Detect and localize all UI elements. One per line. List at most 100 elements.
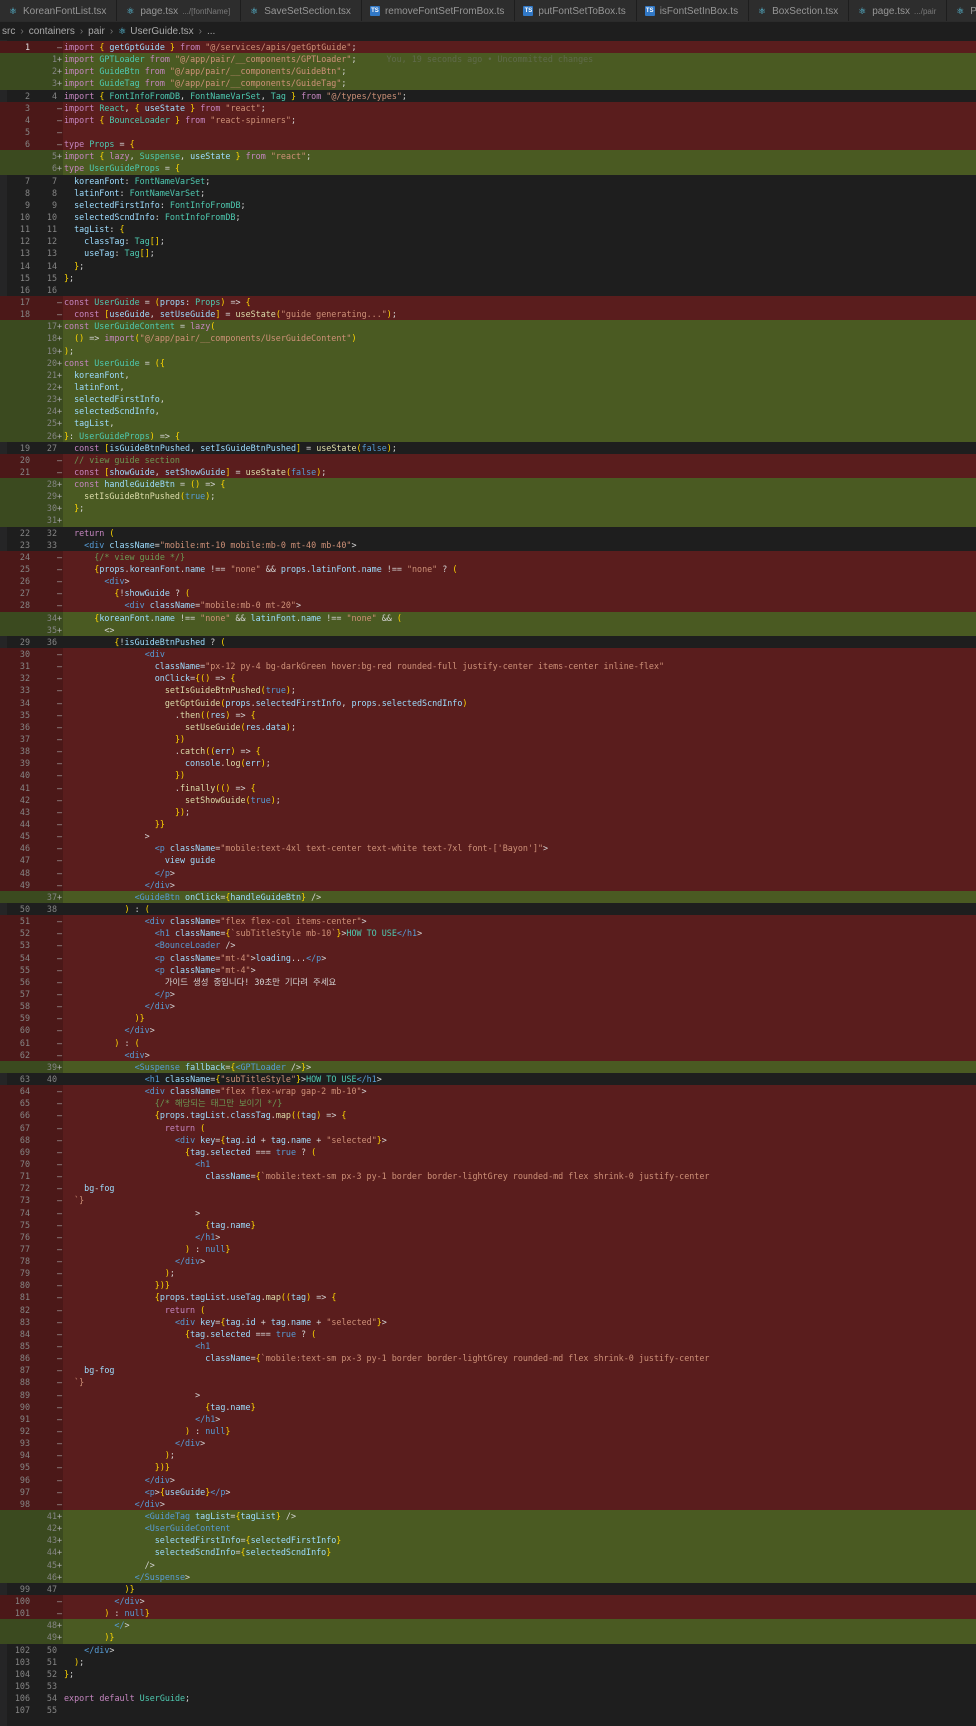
diff-line-inserted[interactable]: 2 + import GuideBtn from "@/app/pair/__com… (0, 65, 976, 78)
diff-line-deleted[interactable]: 53– <BounceLoader /> (0, 939, 976, 952)
diff-line-inserted[interactable]: 1 + import GPTLoader from "@/app/pair/__co… (0, 53, 976, 66)
diff-line-deleted[interactable]: 91– </h1> (0, 1412, 976, 1426)
diff-line-inserted[interactable]: 43 + selectedFirstInfo={selectedFirstInfo… (0, 1534, 976, 1547)
diff-line[interactable]: 22 32 return ( (0, 527, 976, 539)
breadcrumb-item[interactable]: UserGuide.tsx (130, 26, 193, 37)
diff-line[interactable]: 12 12 classTag: Tag[]; (0, 235, 976, 247)
diff-line[interactable]: 50 38 ) : ( (0, 903, 976, 915)
diff-line-deleted[interactable]: 62– <div> (0, 1048, 976, 1061)
diff-line[interactable]: 11 11 tagList: { (0, 223, 976, 235)
diff-line[interactable]: 9 9 selectedFirstInfo: FontInfoFromDB; (0, 199, 976, 211)
diff-line-deleted[interactable]: 40– }) (0, 769, 976, 782)
diff-line-deleted[interactable]: 46– <p className="mobile:text-4xl text-c… (0, 842, 976, 855)
diff-line-deleted[interactable]: 67– return ( (0, 1121, 976, 1134)
diff-line[interactable]: 16 16 (0, 284, 976, 296)
diff-line-deleted[interactable]: 59– )} (0, 1012, 976, 1025)
diff-line-deleted[interactable]: 31– className="px-12 py-4 bg-darkGreen h… (0, 660, 976, 673)
tab-koreanfontlist-tsx[interactable]: ⚛ KoreanFontList.tsx (0, 0, 118, 21)
diff-line[interactable]: 99 47 )} (0, 1583, 976, 1595)
tab-isfontsetinbox-ts[interactable]: TS isFontSetInBox.ts (636, 0, 750, 21)
diff-line-deleted[interactable]: 41– .finally(() => { (0, 781, 976, 794)
tab-page-tsx[interactable]: ⚛ page.tsx .../pair (849, 0, 948, 21)
diff-line-deleted[interactable]: 87– bg-fog (0, 1364, 976, 1377)
diff-line-inserted[interactable]: 24 + selectedScndInfo, (0, 405, 976, 418)
diff-line-deleted[interactable]: 20– // view guide section (0, 453, 976, 466)
diff-line-deleted[interactable]: 66– {props.tagList.classTag.map((tag) =>… (0, 1109, 976, 1122)
diff-line[interactable]: 63 40 <h1 className={"subTitleStyle"}>HOW… (0, 1073, 976, 1085)
diff-line-deleted[interactable]: 35– .then((res) => { (0, 708, 976, 721)
diff-line-inserted[interactable]: 39 + <Suspense fallback={<GPTLoader />}> (0, 1060, 976, 1073)
diff-line-deleted[interactable]: 86– className={`mobile:text-sm px-3 py-1… (0, 1352, 976, 1365)
diff-line-deleted[interactable]: 47– view guide (0, 854, 976, 867)
diff-line-deleted[interactable]: 82– return ( (0, 1303, 976, 1316)
diff-line-deleted[interactable]: 85– <h1 (0, 1340, 976, 1353)
diff-line-deleted[interactable]: 68– <div key={tag.id + tag.name + "selec… (0, 1133, 976, 1146)
diff-line-deleted[interactable]: 54– <p className="mt-4">loading...</p> (0, 951, 976, 964)
tab-putfontsettobox-ts[interactable]: TS putFontSetToBox.ts (515, 0, 637, 21)
diff-line-deleted[interactable]: 60– </div> (0, 1024, 976, 1037)
diff-line-deleted[interactable]: 48– </p> (0, 866, 976, 879)
diff-line-deleted[interactable]: 36– setUseGuide(res.data); (0, 720, 976, 734)
diff-line-deleted[interactable]: 21– const [showGuide, setShowGuide] = us… (0, 465, 976, 479)
diff-line-inserted[interactable]: 28 + const handleGuideBtn = () => { (0, 478, 976, 491)
diff-line-deleted[interactable]: 76– </h1> (0, 1230, 976, 1243)
diff-line-deleted[interactable]: 89– > (0, 1388, 976, 1401)
diff-line-deleted[interactable]: 32– onClick={() => { (0, 672, 976, 685)
diff-line-deleted[interactable]: 3– import React, { useState } from "react… (0, 101, 976, 114)
diff-line-inserted[interactable]: 20 + const UserGuide = ({ (0, 356, 976, 369)
diff-line-inserted[interactable]: 31 + (0, 514, 976, 527)
diff-line-deleted[interactable]: 51– <div className="flex flex-col items-… (0, 915, 976, 928)
diff-line-deleted[interactable]: 26– <div> (0, 575, 976, 588)
diff-line-deleted[interactable]: 61– ) : ( (0, 1036, 976, 1049)
diff-line-deleted[interactable]: 88– `} (0, 1376, 976, 1389)
diff-line-inserted[interactable]: 41 + <GuideTag tagList={tagList} /> (0, 1510, 976, 1523)
diff-line-deleted[interactable]: 79– ); (0, 1267, 976, 1280)
diff-line-inserted[interactable]: 25 + tagList, (0, 417, 976, 430)
diff-line-inserted[interactable]: 18 + () => import("@/app/pair/__component… (0, 332, 976, 345)
diff-line[interactable]: 2 4 import { FontInfoFromDB, FontNameVarSe… (0, 90, 976, 102)
diff-line-inserted[interactable]: 44 + selectedScndInfo={selectedScndInfo} (0, 1546, 976, 1559)
tab-savesetsection-tsx[interactable]: ⚛ SaveSetSection.tsx (241, 0, 362, 21)
tab-page-tsx[interactable]: ⚛ page.tsx .../[fontName] (117, 0, 242, 21)
diff-line-deleted[interactable]: 69– {tag.selected === true ? ( (0, 1145, 976, 1158)
diff-line-inserted[interactable]: 6 + type UserGuideProps = { (0, 162, 976, 175)
diff-line-deleted[interactable]: 90– {tag.name} (0, 1400, 976, 1413)
diff-line-inserted[interactable]: 45 + /> (0, 1558, 976, 1571)
diff-line-deleted[interactable]: 65– {/* 해당되는 태그만 보이기 */} (0, 1097, 976, 1110)
diff-line-deleted[interactable]: 42– setShowGuide(true); (0, 793, 976, 806)
diff-line-deleted[interactable]: 37– }) (0, 733, 976, 746)
diff-line-deleted[interactable]: 84– {tag.selected === true ? ( (0, 1327, 976, 1341)
diff-line-inserted[interactable]: 5 + import { lazy, Suspense, useState } fr… (0, 150, 976, 163)
diff-line-inserted[interactable]: 22 + latinFont, (0, 380, 976, 394)
diff-line-inserted[interactable]: 17 + const UserGuideContent = lazy( (0, 320, 976, 333)
diff-line-deleted[interactable]: 30– <div (0, 648, 976, 661)
diff-line[interactable]: 102 50 </div> (0, 1644, 976, 1656)
diff-line[interactable]: 14 14 }; (0, 260, 976, 272)
diff-line-deleted[interactable]: 95– })} (0, 1461, 976, 1474)
tab-removefontsetfrombox-ts[interactable]: TS removeFontSetFromBox.ts (361, 0, 516, 21)
diff-line-inserted[interactable]: 48 + </> (0, 1619, 976, 1632)
diff-line[interactable]: 10 10 selectedScndInfo: FontInfoFromDB; (0, 211, 976, 223)
diff-line-inserted[interactable]: 23 + selectedFirstInfo, (0, 393, 976, 406)
diff-line-deleted[interactable]: 64– <div className="flex flex-wrap gap-2… (0, 1085, 976, 1098)
diff-line-deleted[interactable]: 83– <div key={tag.id + tag.name + "selec… (0, 1315, 976, 1328)
diff-line-deleted[interactable]: 101– ) : null} (0, 1607, 976, 1620)
diff-line-deleted[interactable]: 96– </div> (0, 1473, 976, 1486)
diff-line-deleted[interactable]: 52– <h1 className={`subTitleStyle mb-10`… (0, 927, 976, 940)
diff-line-inserted[interactable]: 34 + {koreanFont.name !== "none" && latin… (0, 611, 976, 624)
diff-line-inserted[interactable]: 35 + <> (0, 623, 976, 636)
diff-line-deleted[interactable]: 56– 가이드 생성 중입니다! 30초만 기다려 주세요 (0, 975, 976, 988)
diff-line-deleted[interactable]: 72– bg-fog (0, 1182, 976, 1195)
diff-editor[interactable]: 1– import { getGptGuide } from "@/service… (0, 41, 976, 1716)
diff-line-deleted[interactable]: 77– ) : null} (0, 1242, 976, 1256)
diff-line-deleted[interactable]: 39– console.log(err); (0, 757, 976, 770)
diff-line-deleted[interactable]: 70– <h1 (0, 1157, 976, 1171)
diff-line-deleted[interactable]: 81– {props.tagList.useTag.map((tag) => { (0, 1291, 976, 1304)
diff-line-inserted[interactable]: 3 + import GuideTag from "@/app/pair/__com… (0, 77, 976, 90)
diff-line-deleted[interactable]: 28– <div className="mobile:mb-0 mt-20"> (0, 599, 976, 612)
diff-line[interactable]: 103 51 ); (0, 1656, 976, 1668)
diff-line-deleted[interactable]: 80– })} (0, 1279, 976, 1292)
diff-line[interactable]: 106 54 export default UserGuide; (0, 1692, 976, 1704)
diff-line-deleted[interactable]: 43– }); (0, 805, 976, 818)
diff-line-deleted[interactable]: 1– import { getGptGuide } from "@/service… (0, 41, 976, 54)
